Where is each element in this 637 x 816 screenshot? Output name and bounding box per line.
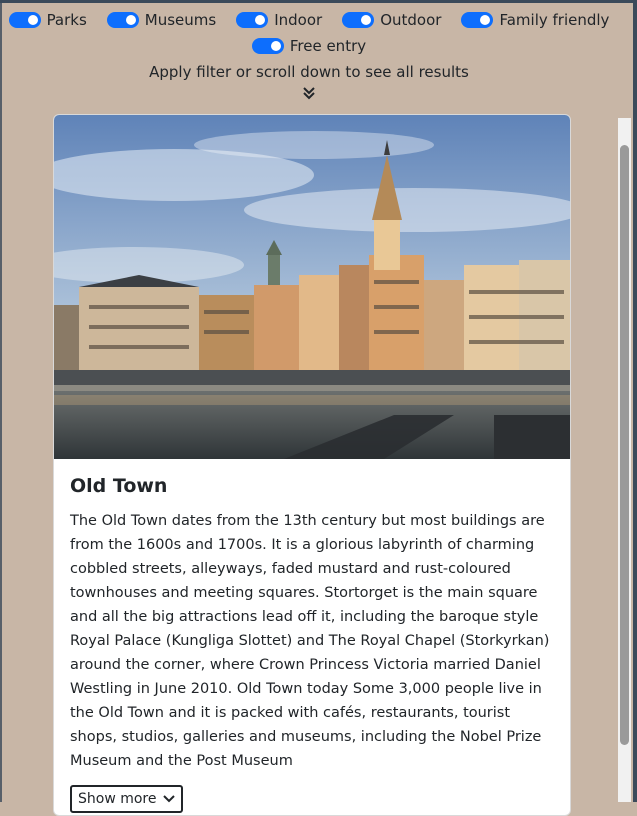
scrollbar-thumb[interactable] bbox=[620, 145, 629, 745]
switch-icon[interactable] bbox=[461, 12, 494, 28]
chevron-down-icon bbox=[162, 795, 175, 803]
card-description: The Old Town dates from the 13th century… bbox=[70, 513, 550, 769]
toggle-label: Indoor bbox=[274, 11, 323, 29]
switch-icon[interactable] bbox=[236, 12, 269, 28]
switch-icon[interactable] bbox=[8, 12, 41, 28]
toggle-parks[interactable]: Parks bbox=[8, 11, 87, 29]
toggle-label: Family friendly bbox=[499, 11, 610, 29]
window-right-edge bbox=[633, 0, 637, 802]
card-title: Old Town bbox=[70, 475, 168, 497]
toggle-indoor[interactable]: Indoor bbox=[236, 11, 322, 29]
toggle-label: Parks bbox=[46, 11, 87, 29]
toggle-label: Outdoor bbox=[380, 11, 442, 29]
toggle-label: Free entry bbox=[289, 37, 367, 55]
toggle-family-friendly[interactable]: Family friendly bbox=[461, 11, 609, 29]
window-top-edge bbox=[0, 0, 637, 3]
toggle-label: Museums bbox=[144, 11, 217, 29]
filter-row-1: Parks Museums Indoor Outdoor Family frie… bbox=[0, 8, 618, 32]
card-body: Old Town The Old Town dates from the 13t… bbox=[54, 459, 570, 813]
attraction-card: Old Town The Old Town dates from the 13t… bbox=[53, 114, 571, 816]
filter-panel: Parks Museums Indoor Outdoor Family frie… bbox=[0, 8, 618, 102]
filter-row-2: Free entry bbox=[0, 34, 618, 58]
attraction-photo bbox=[54, 115, 570, 459]
toggle-free-entry[interactable]: Free entry bbox=[251, 37, 367, 55]
switch-icon[interactable] bbox=[251, 38, 284, 54]
filter-hint: Apply filter or scroll down to see all r… bbox=[149, 63, 469, 81]
switch-icon[interactable] bbox=[342, 12, 375, 28]
toggle-outdoor[interactable]: Outdoor bbox=[342, 11, 441, 29]
toggle-museums[interactable]: Museums bbox=[106, 11, 217, 29]
switch-icon[interactable] bbox=[106, 12, 139, 28]
double-chevron-down-icon bbox=[0, 84, 618, 102]
show-more-label: Show more bbox=[78, 791, 157, 807]
window-left-edge bbox=[0, 0, 2, 802]
show-more-button[interactable]: Show more bbox=[70, 785, 183, 813]
